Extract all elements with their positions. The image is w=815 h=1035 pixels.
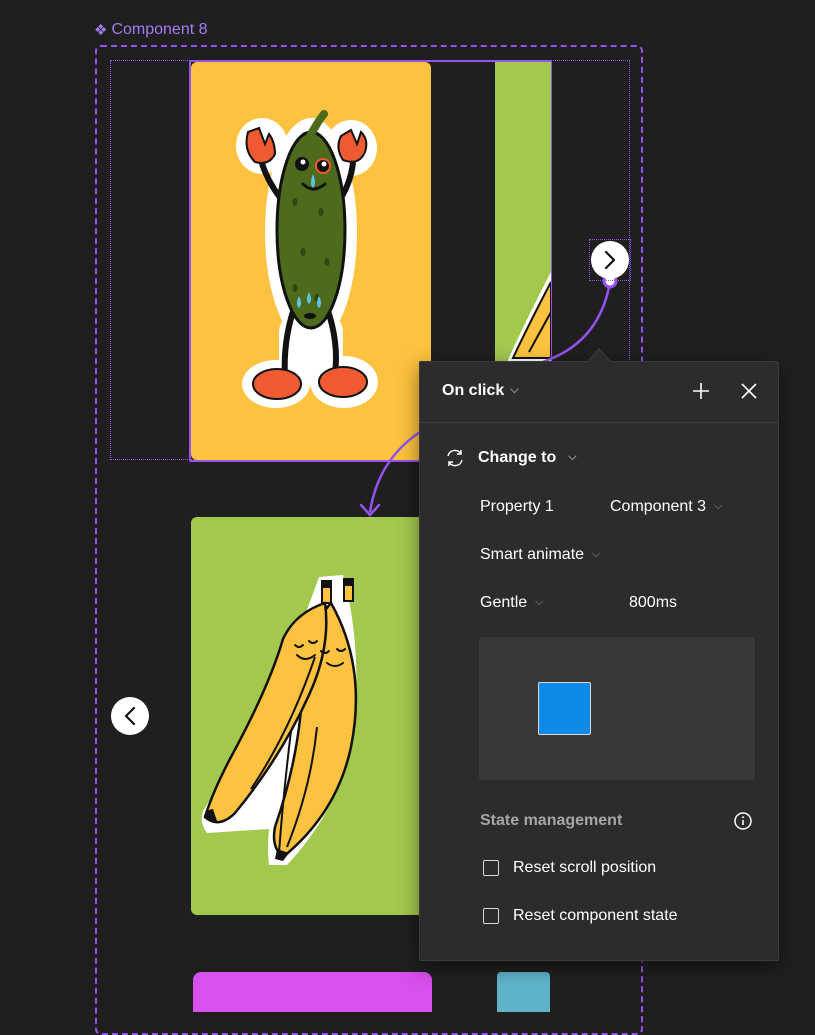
chevron-down-icon: ⌵ [510, 383, 519, 396]
interaction-panel: On click ⌵ Change to ⌵ Property 1 Compon… [419, 361, 779, 961]
property-label: Property 1 [480, 498, 554, 515]
state-management-title: State management [480, 812, 623, 829]
panel-header: On click ⌵ [420, 362, 778, 423]
reset-scroll-checkbox[interactable] [483, 860, 499, 876]
preview-square [538, 682, 591, 735]
reset-state-checkbox[interactable] [483, 908, 499, 924]
teal-card[interactable] [497, 972, 550, 1012]
chevron-down-icon: ⌵ [592, 547, 601, 560]
next-arrow-button[interactable] [591, 241, 629, 279]
magenta-card[interactable] [193, 972, 432, 1012]
close-panel-button[interactable] [738, 380, 760, 402]
trigger-dropdown[interactable]: On click ⌵ [442, 382, 519, 400]
action-label: Change to [478, 449, 557, 466]
banana-card[interactable] [191, 517, 431, 915]
reset-scroll-label: Reset scroll position [513, 859, 657, 876]
chevron-left-icon [124, 707, 136, 725]
animation-dropdown[interactable]: Smart animate ⌵ [480, 546, 600, 564]
chevron-down-icon: ⌵ [714, 499, 723, 512]
chevron-down-icon: ⌵ [568, 450, 577, 463]
animation-label: Smart animate [480, 546, 585, 563]
info-circle-icon [734, 812, 752, 830]
change-to-icon [447, 449, 463, 467]
component-set-icon: ❖ [94, 22, 108, 39]
reset-state-option[interactable]: Reset component state [483, 907, 678, 925]
easing-label: Gentle [480, 594, 528, 611]
trigger-label: On click [442, 382, 505, 399]
action-dropdown[interactable]: Change to ⌵ [444, 448, 577, 468]
animation-preview [479, 637, 755, 780]
info-icon[interactable] [733, 811, 753, 831]
close-icon [741, 383, 757, 399]
chevron-right-icon [604, 251, 616, 269]
component-name: Component 8 [111, 21, 208, 38]
chevron-down-icon: ⌵ [535, 595, 544, 608]
easing-dropdown[interactable]: Gentle ⌵ [480, 594, 543, 612]
reset-scroll-option[interactable]: Reset scroll position [483, 859, 656, 877]
add-interaction-button[interactable] [690, 380, 712, 402]
banana-illustration [201, 575, 358, 865]
reset-state-label: Reset component state [513, 907, 678, 924]
property-value: Component 3 [610, 498, 707, 515]
component-set-label[interactable]: ❖ Component 8 [94, 21, 208, 39]
plus-icon [693, 383, 709, 399]
prev-arrow-button[interactable] [111, 697, 149, 735]
duration-input[interactable]: 800ms [629, 594, 677, 612]
property-value-dropdown[interactable]: Component 3 ⌵ [610, 498, 722, 516]
panel-pointer-fill [588, 350, 610, 362]
